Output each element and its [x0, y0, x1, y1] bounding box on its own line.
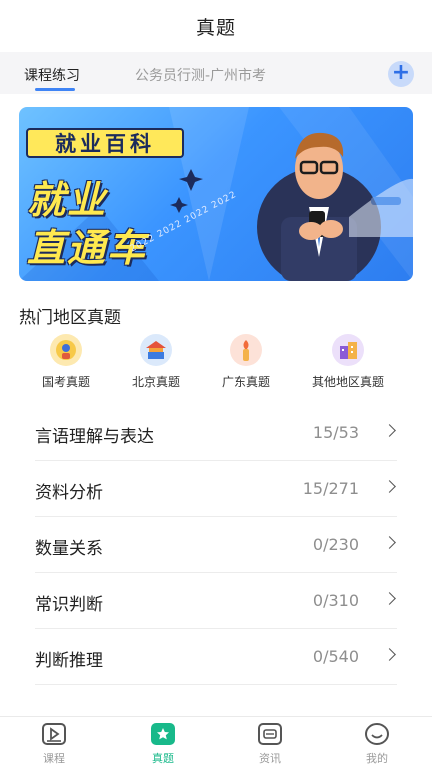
- region-national-exam[interactable]: 国考真题: [16, 334, 116, 394]
- star-icon: [150, 722, 176, 746]
- category-progress: 0/540: [312, 647, 359, 666]
- chevron-right-icon: [383, 536, 396, 549]
- category-progress: 15/53: [312, 423, 359, 442]
- region-beijing[interactable]: 北京真题: [106, 334, 206, 394]
- nav-label: 真题: [152, 752, 174, 765]
- buildings-icon: [332, 334, 364, 366]
- region-guangdong[interactable]: 广东真题: [196, 334, 296, 394]
- top-bar: 真题: [0, 0, 432, 52]
- nav-exam[interactable]: 真题: [133, 722, 193, 766]
- bottom-nav: 课程 真题 资讯 我的: [0, 716, 432, 768]
- region-label: 北京真题: [131, 375, 180, 389]
- chevron-right-icon: [383, 648, 396, 661]
- profile-icon: [364, 722, 390, 746]
- temple-icon: [140, 334, 172, 366]
- page-title: 真题: [195, 16, 236, 39]
- tab-exam-subject[interactable]: 公务员行测-广州市考: [135, 65, 266, 85]
- category-row-common-sense[interactable]: 常识判断 0/310: [35, 573, 397, 629]
- category-row-reasoning[interactable]: 判断推理 0/540: [35, 629, 397, 685]
- chevron-right-icon: [383, 480, 396, 493]
- region-other[interactable]: 其他地区真题: [298, 334, 398, 394]
- hot-regions-grid: 国考真题 北京真题 广东真题 其他地区真题: [0, 334, 432, 394]
- category-row-quantitative[interactable]: 数量关系 0/230: [35, 517, 397, 573]
- nav-news[interactable]: 资讯: [240, 722, 300, 766]
- tab-active-indicator: [35, 88, 75, 91]
- torch-icon: [230, 334, 262, 366]
- national-emblem-icon: [50, 334, 82, 366]
- category-row-verbal[interactable]: 言语理解与表达 15/53: [35, 405, 397, 461]
- nav-label: 资讯: [259, 752, 281, 765]
- category-progress: 0/230: [312, 535, 359, 554]
- region-label: 其他地区真题: [311, 375, 384, 389]
- category-name: 数量关系: [35, 539, 103, 559]
- region-label: 国考真题: [41, 375, 90, 389]
- banner-headline-line1: 就业: [27, 178, 108, 222]
- nav-label: 课程: [43, 752, 65, 765]
- chevron-right-icon: [383, 424, 396, 437]
- tab-course-practice[interactable]: 课程练习: [24, 65, 80, 85]
- add-subject-button[interactable]: +: [388, 61, 414, 87]
- chevron-right-icon: [383, 592, 396, 605]
- category-name: 判断推理: [35, 651, 103, 671]
- play-icon: [41, 722, 67, 746]
- category-name: 资料分析: [35, 483, 103, 503]
- category-row-data-analysis[interactable]: 资料分析 15/271: [35, 461, 397, 517]
- news-icon: [257, 722, 283, 746]
- nav-label: 我的: [366, 752, 388, 765]
- category-name: 常识判断: [35, 595, 103, 615]
- category-name: 言语理解与表达: [35, 427, 154, 447]
- region-label: 广东真题: [221, 375, 270, 389]
- nav-profile[interactable]: 我的: [347, 722, 407, 766]
- category-progress: 15/271: [302, 479, 359, 498]
- banner-badge: 就业百科: [26, 128, 184, 158]
- category-progress: 0/310: [312, 591, 359, 610]
- promo-banner[interactable]: 就业百科 就业 直通车 2022 2022 2022 2022: [19, 107, 413, 281]
- hot-regions-title: 热门地区真题: [19, 308, 121, 328]
- category-list: 言语理解与表达 15/53 资料分析 15/271 数量关系 0/230 常识判…: [35, 405, 397, 685]
- plus-icon: +: [391, 60, 411, 85]
- nav-course[interactable]: 课程: [24, 722, 84, 766]
